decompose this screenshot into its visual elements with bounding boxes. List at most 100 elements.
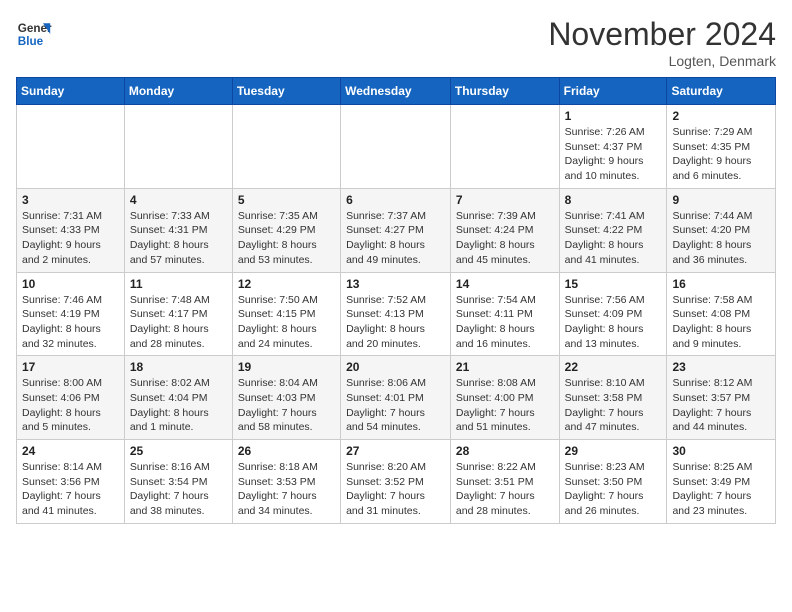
day-info: Sunrise: 7:58 AM Sunset: 4:08 PM Dayligh…: [672, 293, 770, 352]
calendar-cell: [124, 105, 232, 189]
col-thursday: Thursday: [450, 78, 559, 105]
calendar-cell: 13Sunrise: 7:52 AM Sunset: 4:13 PM Dayli…: [341, 272, 451, 356]
day-info: Sunrise: 7:50 AM Sunset: 4:15 PM Dayligh…: [238, 293, 335, 352]
day-number: 11: [130, 277, 227, 291]
calendar-cell: 24Sunrise: 8:14 AM Sunset: 3:56 PM Dayli…: [17, 440, 125, 524]
col-saturday: Saturday: [667, 78, 776, 105]
day-info: Sunrise: 7:48 AM Sunset: 4:17 PM Dayligh…: [130, 293, 227, 352]
day-number: 30: [672, 444, 770, 458]
calendar-cell: 22 Sunrise: 8:10 AM Sunset: 3:58 PM Dayli…: [559, 356, 667, 440]
calendar-cell: 21Sunrise: 8:08 AM Sunset: 4:00 PM Dayli…: [450, 356, 559, 440]
calendar-cell: 30 Sunrise: 8:25 AM Sunset: 3:49 PM Dayli…: [667, 440, 776, 524]
day-number: 10: [22, 277, 119, 291]
calendar-cell: 16 Sunrise: 7:58 AM Sunset: 4:08 PM Dayli…: [667, 272, 776, 356]
day-info: Sunrise: 7:44 AM Sunset: 4:20 PM Dayligh…: [672, 209, 770, 268]
calendar-cell: 18 Sunrise: 8:02 AM Sunset: 4:04 PM Dayli…: [124, 356, 232, 440]
col-friday: Friday: [559, 78, 667, 105]
calendar-cell: 3 Sunrise: 7:31 AM Sunset: 4:33 PM Daylig…: [17, 188, 125, 272]
calendar-cell: 4Sunrise: 7:33 AM Sunset: 4:31 PM Daylig…: [124, 188, 232, 272]
day-info: Sunrise: 7:39 AM Sunset: 4:24 PM Dayligh…: [456, 209, 554, 268]
calendar-cell: 14Sunrise: 7:54 AM Sunset: 4:11 PM Dayli…: [450, 272, 559, 356]
location: Logten, Denmark: [548, 53, 776, 69]
day-number: 23: [672, 360, 770, 374]
day-info: Sunrise: 7:46 AM Sunset: 4:19 PM Dayligh…: [22, 293, 119, 352]
day-number: 15: [565, 277, 662, 291]
day-info: Sunrise: 7:52 AM Sunset: 4:13 PM Dayligh…: [346, 293, 445, 352]
day-info: Sunrise: 8:06 AM Sunset: 4:01 PM Dayligh…: [346, 376, 445, 435]
calendar-cell: [450, 105, 559, 189]
day-info: Sunrise: 7:41 AM Sunset: 4:22 PM Dayligh…: [565, 209, 662, 268]
day-info: Sunrise: 8:25 AM Sunset: 3:49 PM Dayligh…: [672, 460, 770, 519]
title-block: November 2024 Logten, Denmark: [548, 16, 776, 69]
day-info: Sunrise: 7:37 AM Sunset: 4:27 PM Dayligh…: [346, 209, 445, 268]
calendar-cell: 5 Sunrise: 7:35 AM Sunset: 4:29 PM Daylig…: [232, 188, 340, 272]
calendar-week-row: 24Sunrise: 8:14 AM Sunset: 3:56 PM Dayli…: [17, 440, 776, 524]
day-info: Sunrise: 7:26 AM Sunset: 4:37 PM Dayligh…: [565, 125, 662, 184]
calendar-cell: 19 Sunrise: 8:04 AM Sunset: 4:03 PM Dayli…: [232, 356, 340, 440]
day-number: 17: [22, 360, 119, 374]
day-number: 1: [565, 109, 662, 123]
day-number: 16: [672, 277, 770, 291]
day-info: Sunrise: 7:56 AM Sunset: 4:09 PM Dayligh…: [565, 293, 662, 352]
day-info: Sunrise: 7:31 AM Sunset: 4:33 PM Dayligh…: [22, 209, 119, 268]
calendar-cell: 1 Sunrise: 7:26 AM Sunset: 4:37 PM Daylig…: [559, 105, 667, 189]
day-info: Sunrise: 8:00 AM Sunset: 4:06 PM Dayligh…: [22, 376, 119, 435]
calendar-cell: 2Sunrise: 7:29 AM Sunset: 4:35 PM Daylig…: [667, 105, 776, 189]
day-info: Sunrise: 8:10 AM Sunset: 3:58 PM Dayligh…: [565, 376, 662, 435]
day-info: Sunrise: 7:54 AM Sunset: 4:11 PM Dayligh…: [456, 293, 554, 352]
calendar-cell: 9 Sunrise: 7:44 AM Sunset: 4:20 PM Daylig…: [667, 188, 776, 272]
calendar-cell: 29 Sunrise: 8:23 AM Sunset: 3:50 PM Dayli…: [559, 440, 667, 524]
day-number: 5: [238, 193, 335, 207]
calendar-week-row: 17 Sunrise: 8:00 AM Sunset: 4:06 PM Dayli…: [17, 356, 776, 440]
day-number: 28: [456, 444, 554, 458]
day-info: Sunrise: 8:23 AM Sunset: 3:50 PM Dayligh…: [565, 460, 662, 519]
day-number: 4: [130, 193, 227, 207]
calendar-cell: 10 Sunrise: 7:46 AM Sunset: 4:19 PM Dayli…: [17, 272, 125, 356]
day-number: 6: [346, 193, 445, 207]
day-number: 2: [672, 109, 770, 123]
calendar-cell: 20Sunrise: 8:06 AM Sunset: 4:01 PM Dayli…: [341, 356, 451, 440]
calendar-cell: 27 Sunrise: 8:20 AM Sunset: 3:52 PM Dayli…: [341, 440, 451, 524]
day-number: 9: [672, 193, 770, 207]
svg-text:Blue: Blue: [18, 35, 44, 48]
col-monday: Monday: [124, 78, 232, 105]
day-number: 29: [565, 444, 662, 458]
day-number: 25: [130, 444, 227, 458]
calendar-table: Sunday Monday Tuesday Wednesday Thursday…: [16, 77, 776, 524]
logo-icon: General Blue: [16, 16, 52, 52]
day-info: Sunrise: 8:18 AM Sunset: 3:53 PM Dayligh…: [238, 460, 335, 519]
calendar-cell: 25Sunrise: 8:16 AM Sunset: 3:54 PM Dayli…: [124, 440, 232, 524]
day-info: Sunrise: 8:20 AM Sunset: 3:52 PM Dayligh…: [346, 460, 445, 519]
calendar-week-row: 10 Sunrise: 7:46 AM Sunset: 4:19 PM Dayli…: [17, 272, 776, 356]
day-number: 22: [565, 360, 662, 374]
month-title: November 2024: [548, 16, 776, 53]
col-wednesday: Wednesday: [341, 78, 451, 105]
day-number: 18: [130, 360, 227, 374]
day-number: 26: [238, 444, 335, 458]
calendar-cell: 7 Sunrise: 7:39 AM Sunset: 4:24 PM Daylig…: [450, 188, 559, 272]
calendar-header-row: Sunday Monday Tuesday Wednesday Thursday…: [17, 78, 776, 105]
day-number: 27: [346, 444, 445, 458]
calendar-week-row: 3 Sunrise: 7:31 AM Sunset: 4:33 PM Daylig…: [17, 188, 776, 272]
day-number: 19: [238, 360, 335, 374]
day-number: 7: [456, 193, 554, 207]
day-number: 21: [456, 360, 554, 374]
calendar-cell: 15 Sunrise: 7:56 AM Sunset: 4:09 PM Dayli…: [559, 272, 667, 356]
day-info: Sunrise: 7:35 AM Sunset: 4:29 PM Dayligh…: [238, 209, 335, 268]
logo: General Blue: [16, 16, 52, 52]
calendar-cell: [341, 105, 451, 189]
calendar-cell: 11 Sunrise: 7:48 AM Sunset: 4:17 PM Dayli…: [124, 272, 232, 356]
day-number: 3: [22, 193, 119, 207]
calendar-cell: 6 Sunrise: 7:37 AM Sunset: 4:27 PM Daylig…: [341, 188, 451, 272]
calendar-cell: [17, 105, 125, 189]
calendar-cell: 28 Sunrise: 8:22 AM Sunset: 3:51 PM Dayli…: [450, 440, 559, 524]
day-info: Sunrise: 8:22 AM Sunset: 3:51 PM Dayligh…: [456, 460, 554, 519]
day-number: 12: [238, 277, 335, 291]
day-info: Sunrise: 8:12 AM Sunset: 3:57 PM Dayligh…: [672, 376, 770, 435]
day-info: Sunrise: 8:04 AM Sunset: 4:03 PM Dayligh…: [238, 376, 335, 435]
day-number: 8: [565, 193, 662, 207]
calendar-cell: 26 Sunrise: 8:18 AM Sunset: 3:53 PM Dayli…: [232, 440, 340, 524]
calendar-cell: 23 Sunrise: 8:12 AM Sunset: 3:57 PM Dayli…: [667, 356, 776, 440]
calendar-cell: [232, 105, 340, 189]
day-info: Sunrise: 8:02 AM Sunset: 4:04 PM Dayligh…: [130, 376, 227, 435]
